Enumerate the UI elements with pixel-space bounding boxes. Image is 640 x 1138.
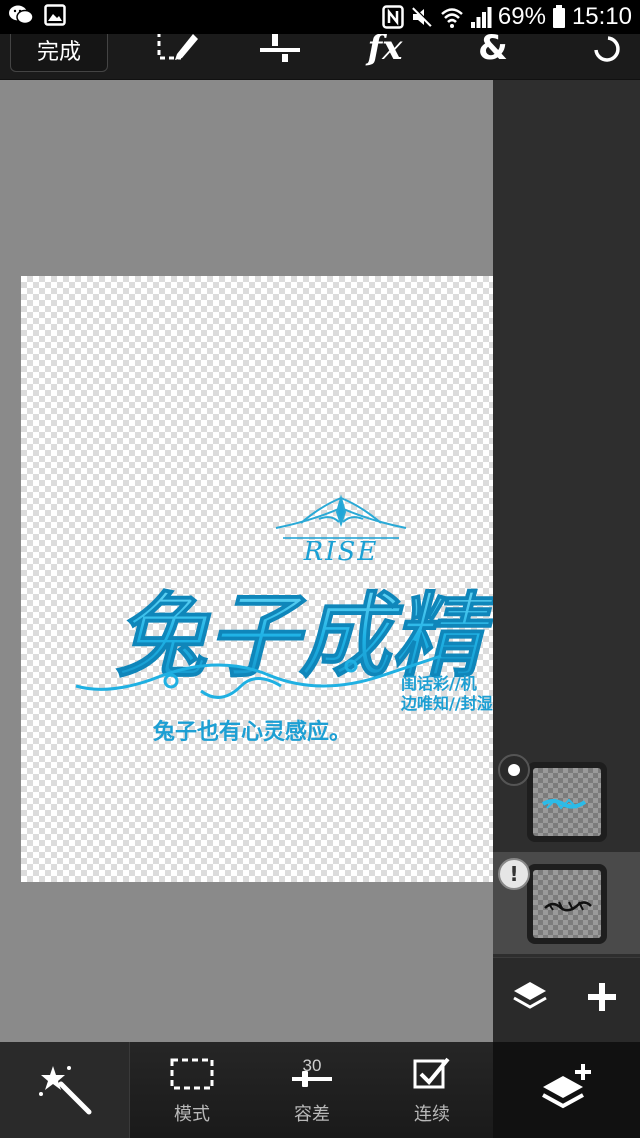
logo-text: RISE	[303, 537, 379, 567]
layer-thumbnail[interactable]	[527, 864, 607, 944]
layer-row-2[interactable]: !	[493, 852, 640, 954]
selection-edit-icon	[151, 34, 201, 68]
contiguous-checkbox-icon	[412, 1056, 452, 1094]
layer-thumbnail[interactable]	[527, 762, 607, 842]
nfc-icon	[382, 5, 404, 29]
selection-mode-icon	[170, 1058, 214, 1094]
tolerance-value: 30	[302, 1056, 322, 1075]
layer-warning-badge[interactable]: !	[498, 858, 530, 890]
add-icon	[586, 981, 618, 1017]
crown-ornament	[275, 494, 407, 529]
mute-icon	[410, 5, 434, 29]
done-button[interactable]: 完成	[10, 34, 108, 72]
undo-icon	[582, 34, 622, 68]
magic-wand-icon	[35, 1060, 95, 1120]
layers-panel-actions	[493, 957, 640, 1042]
contiguous-label: 连续	[414, 1104, 450, 1125]
blend-button[interactable]: &	[463, 34, 523, 70]
layer-visibility-badge[interactable]	[498, 754, 530, 786]
layers-panel: !	[493, 80, 640, 1042]
adjust-button[interactable]	[250, 34, 310, 70]
signal-icon	[470, 5, 492, 29]
workspace[interactable]: RISE 兔子成精 闺话彩//机 边唯知//封湿 兔子也有心灵感应。	[0, 80, 493, 1042]
layer-row-1[interactable]	[493, 754, 640, 856]
wifi-icon	[440, 5, 464, 29]
canvas[interactable]: RISE 兔子成精 闺话彩//机 边唯知//封湿 兔子也有心灵感应。	[21, 276, 493, 882]
tool-options: 模式 30 容差 连续	[130, 1042, 493, 1138]
artwork: RISE 兔子成精 闺话彩//机 边唯知//封湿 兔子也有心灵感应。	[75, 494, 493, 745]
wechat-icon	[8, 4, 34, 26]
selection-mode-button[interactable]: 模式	[132, 1042, 252, 1138]
subline: 兔子也有心灵感应。	[153, 719, 351, 745]
selection-edit-button[interactable]	[146, 34, 206, 70]
add-layer-icon	[539, 1062, 595, 1118]
contiguous-button[interactable]: 连续	[372, 1042, 492, 1138]
layers-menu-icon	[512, 980, 548, 1018]
add-layer-small-button[interactable]	[577, 976, 627, 1022]
side-text-2: 边唯知//封湿	[400, 694, 493, 713]
clock: 15:10	[571, 3, 632, 30]
bottom-toolbar: 模式 30 容差 连续	[0, 1042, 640, 1138]
undo-button[interactable]	[572, 34, 632, 70]
battery-percent: 69%	[497, 3, 546, 30]
top-toolbar: 完成 fx &	[0, 34, 640, 80]
layers-menu-button[interactable]	[505, 976, 555, 1022]
status-bar: 69% 15:10	[0, 0, 640, 34]
tolerance-button[interactable]: 30 容差	[252, 1042, 372, 1138]
fx-icon: fx	[367, 34, 403, 68]
layer-thumbnail-preview	[533, 870, 601, 938]
magic-wand-tool-button[interactable]	[0, 1042, 130, 1138]
fx-button[interactable]: fx	[355, 34, 415, 70]
image-icon	[44, 4, 66, 26]
selection-mode-label: 模式	[174, 1104, 210, 1125]
layer-thumbnail-preview	[533, 768, 601, 836]
add-layer-button[interactable]	[493, 1042, 640, 1138]
side-text-1: 闺话彩//机	[401, 674, 477, 693]
battery-icon	[552, 5, 566, 29]
tolerance-label: 容差	[294, 1104, 330, 1125]
adjust-icon	[258, 34, 302, 68]
blend-icon: &	[478, 34, 508, 68]
